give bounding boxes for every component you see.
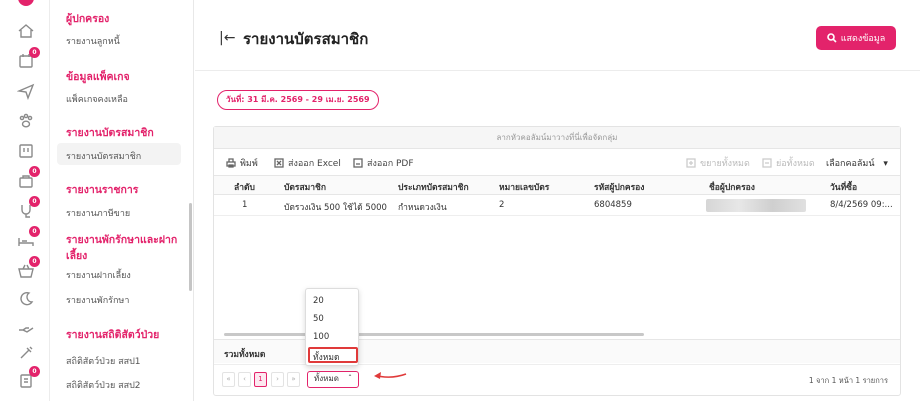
hand-icon[interactable]	[17, 318, 35, 336]
column-chooser-label: เลือกคอลัมน์	[826, 159, 875, 169]
cell-type: กำหนดวงเงิน	[398, 203, 447, 213]
home-icon[interactable]	[17, 22, 35, 40]
send-icon[interactable]	[16, 82, 35, 101]
export-pdf-button[interactable]: ส่งออก PDF	[353, 156, 414, 170]
sidebar-heading-government: รายงานราชการ	[66, 184, 139, 196]
calendar-badge: 0	[29, 47, 40, 58]
show-data-label: แสดงข้อมูล	[840, 34, 886, 44]
main-content: |← รายงานบัตรสมาชิก แสดงข้อมูล วันที่: 3…	[195, 0, 920, 401]
sidebar-heading-membership: รายงานบัตรสมาชิก	[66, 127, 154, 139]
cell-purchase-date: 8/4/2569 09:...	[830, 200, 893, 210]
cell-owner-name-redacted	[706, 199, 806, 212]
syringe-icon[interactable]	[17, 344, 35, 362]
moon-icon[interactable]	[17, 290, 35, 308]
column-chooser[interactable]: เลือกคอลัมน์ ▾	[826, 156, 888, 170]
sidebar-heading-package: ข้อมูลแพ็คเกจ	[66, 71, 130, 83]
collapse-all-label: ย่อทั้งหมด	[776, 159, 815, 169]
column-header-purchase-date[interactable]: วันที่ซื้อ	[830, 180, 857, 194]
column-header-card-no[interactable]: หมายเลขบัตร	[499, 180, 549, 194]
prev-page-button[interactable]: ‹	[238, 372, 251, 387]
show-data-button[interactable]: แสดงข้อมูล	[816, 26, 896, 50]
basket-badge: 0	[29, 256, 40, 267]
collapse-icon	[762, 158, 772, 168]
expand-icon	[686, 158, 696, 168]
search-icon	[826, 33, 837, 43]
header-divider	[195, 70, 920, 71]
excel-icon	[274, 158, 284, 168]
grid-toolbar: พิมพ์ ส่งออก Excel ส่งออก PDF ขยายทั้งหม…	[214, 150, 900, 174]
sidebar-item-treatment-report[interactable]: รายงานพักรักษา	[66, 293, 129, 307]
column-header-owner-name[interactable]: ชื่อผู้ปกครอง	[709, 180, 755, 194]
export-excel-button[interactable]: ส่งออก Excel	[274, 156, 341, 170]
expand-all-label: ขยายทั้งหมด	[700, 159, 750, 169]
first-page-button[interactable]: «	[222, 372, 235, 387]
last-page-button[interactable]: »	[287, 372, 300, 387]
page-size-option-50[interactable]: 50	[313, 314, 324, 324]
page-size-value: ทั้งหมด	[314, 374, 339, 383]
group-panel[interactable]: ลากหัวคอลัมน์มาวางที่นี่เพื่อจัดกลุ่ม	[214, 127, 900, 149]
logo-icon	[18, 0, 34, 6]
horizontal-scrollbar[interactable]	[224, 333, 644, 336]
expand-all-button[interactable]: ขยายทั้งหมด	[686, 156, 750, 170]
sidebar-heading-boarding: รายงานพักรักษาและฝากเลี้ยง	[66, 234, 178, 262]
printer-icon	[226, 158, 236, 168]
column-header-type[interactable]: ประเภทบัตรสมาชิก	[398, 180, 469, 194]
column-header-no[interactable]: ลำดับ	[234, 180, 255, 194]
column-header-card[interactable]: บัตรสมาชิก	[284, 180, 326, 194]
sidebar-item-package-remaining[interactable]: แพ็คเกจคงเหลือ	[66, 92, 128, 106]
board-icon[interactable]	[17, 142, 35, 160]
column-header-owner-code[interactable]: รหัสผู้ปกครอง	[594, 180, 644, 194]
print-label: พิมพ์	[240, 159, 258, 169]
chevron-down-icon: ▾	[883, 159, 888, 169]
bag-badge: 0	[29, 166, 40, 177]
sidebar-heading-guardian: ผู้ปกครอง	[66, 13, 110, 25]
sidebar-item-boarding-report[interactable]: รายงานฝากเลี้ยง	[66, 268, 131, 282]
page-size-option-all[interactable]: ทั้งหมด	[313, 350, 339, 364]
collapse-all-button[interactable]: ย่อทั้งหมด	[762, 156, 815, 170]
table-row[interactable]: 1 บัตรวงเงิน 500 ใช้ได้ 5000 กำหนดวงเงิน…	[214, 196, 900, 216]
report-badge: 0	[29, 366, 40, 377]
next-page-button[interactable]: ›	[271, 372, 284, 387]
cell-no: 1	[242, 200, 248, 210]
pager: « ‹ 1 › » ทั้งหมด ˆ 1 จาก 1 หน้า 1 รายกา…	[214, 364, 900, 394]
export-pdf-label: ส่งออก PDF	[367, 159, 414, 169]
paw-icon[interactable]	[17, 112, 35, 130]
page-size-option-100[interactable]: 100	[313, 332, 329, 342]
chevron-up-icon: ˆ	[348, 374, 352, 383]
table-header: ลำดับ บัตรสมาชิก ประเภทบัตรสมาชิก หมายเล…	[214, 175, 900, 195]
sidebar-item-sales-tax[interactable]: รายงานภาษีขาย	[66, 206, 130, 220]
sidebar-heading-statistics: รายงานสถิติสัตว์ป่วย	[66, 329, 160, 341]
collapse-back-icon[interactable]: |←	[219, 30, 235, 46]
annotation-arrow-icon	[374, 372, 407, 379]
cell-card: บัตรวงเงิน 500 ใช้ได้ 5000	[284, 203, 387, 213]
pdf-icon	[353, 158, 363, 168]
icon-rail: 0 0 0 0 0 0	[0, 0, 50, 401]
page-size-select[interactable]: ทั้งหมด ˆ	[307, 371, 359, 388]
print-button[interactable]: พิมพ์	[226, 156, 258, 170]
date-range-filter[interactable]: วันที่: 31 มี.ค. 2569 - 29 เม.ย. 2569	[217, 90, 379, 110]
page-size-option-20[interactable]: 20	[313, 296, 324, 306]
page-1-button[interactable]: 1	[254, 372, 267, 387]
export-excel-label: ส่งออก Excel	[288, 159, 341, 169]
page-info: 1 จาก 1 หน้า 1 รายการ	[808, 376, 888, 385]
stethoscope-badge: 0	[29, 196, 40, 207]
total-label: รวมทั้งหมด	[224, 350, 266, 360]
sidebar-item-stats-1[interactable]: สถิติสัตว์ป่วย สสป1	[66, 354, 141, 368]
report-sidebar: ผู้ปกครอง รายงานลูกหนี้ ข้อมูลแพ็คเกจ แพ…	[50, 0, 194, 401]
sidebar-item-membership-report[interactable]: รายงานบัตรสมาชิก	[66, 149, 141, 163]
sidebar-item-debtor-report[interactable]: รายงานลูกหนี้	[66, 34, 120, 48]
sidebar-scrollbar[interactable]	[189, 203, 192, 291]
bed-badge: 0	[29, 226, 40, 237]
cell-owner-code: 6804859	[594, 200, 632, 210]
cell-card-no: 2	[499, 200, 505, 210]
page-title: รายงานบัตรสมาชิก	[243, 30, 369, 48]
page-size-dropdown: 20 50 100 ทั้งหมด	[305, 288, 359, 366]
sidebar-item-stats-2[interactable]: สถิติสัตว์ป่วย สสป2	[66, 378, 141, 392]
